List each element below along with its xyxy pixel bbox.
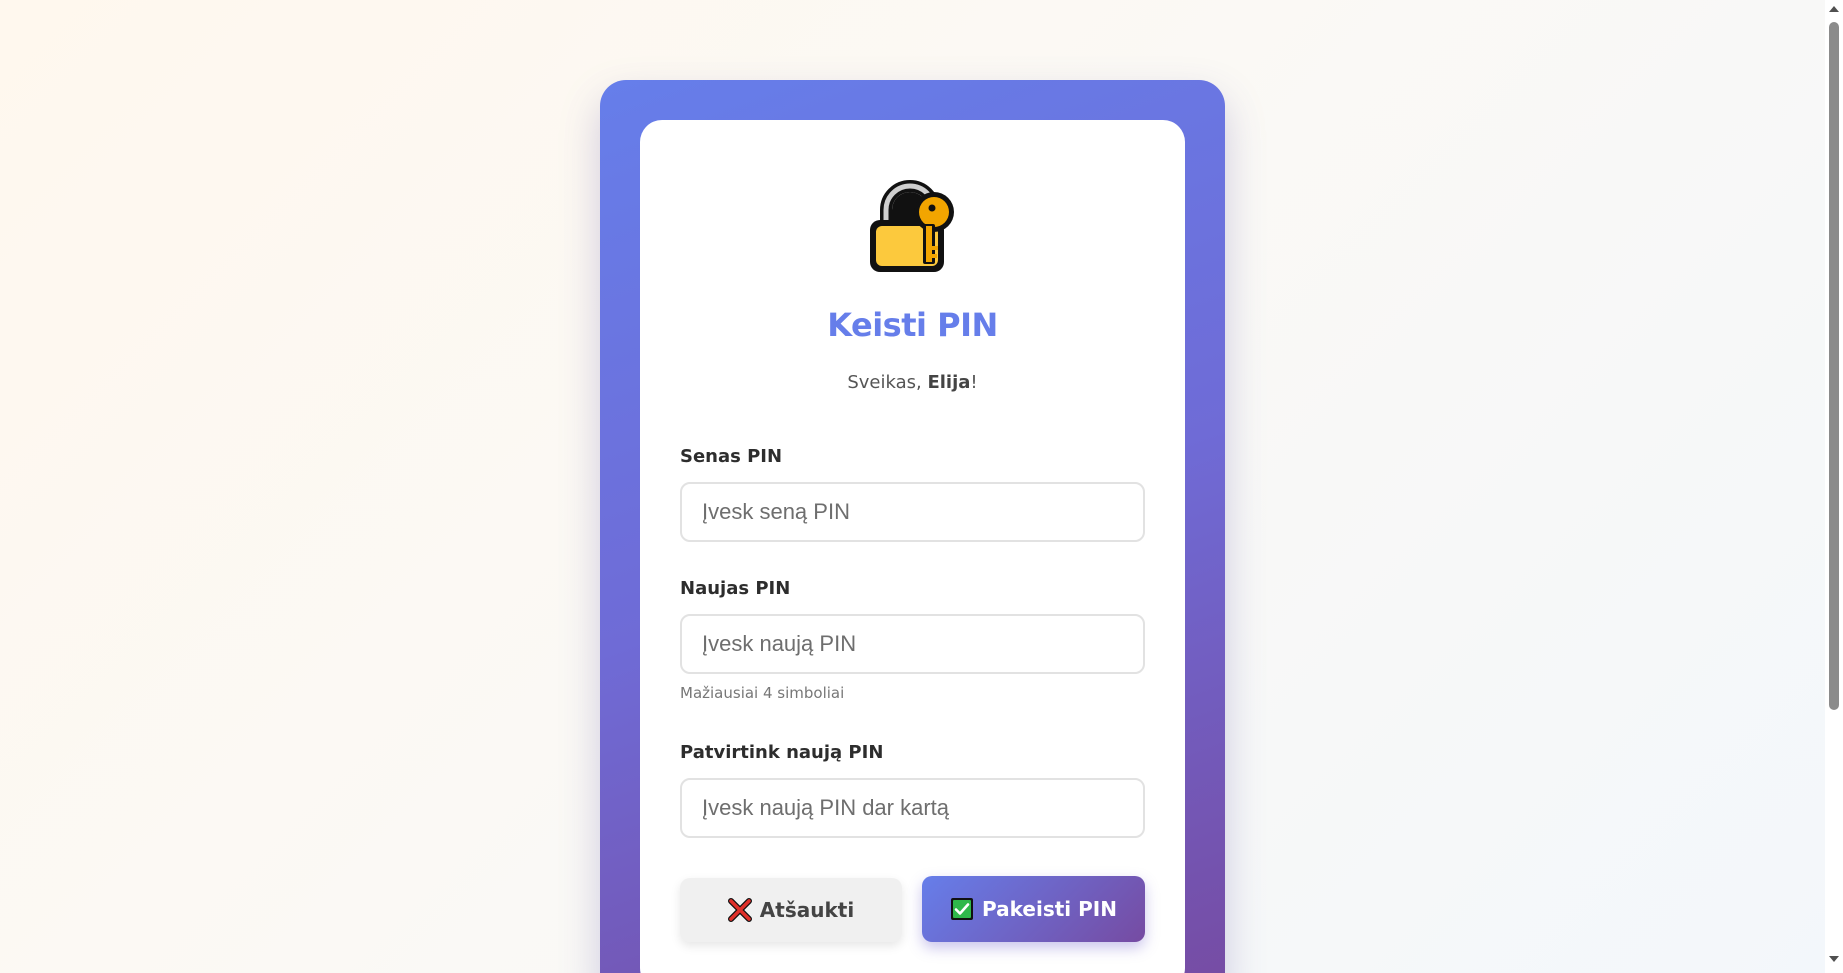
- check-mark-icon: [950, 897, 974, 921]
- new-pin-label: Naujas PIN: [680, 578, 791, 599]
- confirm-pin-label: Patvirtink naują PIN: [680, 742, 884, 763]
- scroll-down-arrow-icon[interactable]: [1829, 956, 1839, 962]
- vertical-scrollbar[interactable]: [1825, 0, 1843, 973]
- scrollbar-thumb[interactable]: [1829, 22, 1839, 710]
- greeting-suffix: !: [970, 372, 978, 393]
- page-title: Keisti PIN: [827, 306, 998, 344]
- submit-button-label: Pakeisti PIN: [982, 897, 1117, 921]
- page-viewport: Keisti PIN Sveikas, Elija! Senas PIN Nau…: [0, 0, 1825, 973]
- greeting-prefix: Sveikas,: [847, 372, 928, 393]
- cross-mark-icon: [727, 898, 752, 922]
- lock-with-key-icon: [862, 176, 962, 276]
- greeting-text: Sveikas, Elija!: [640, 372, 1185, 393]
- old-pin-label: Senas PIN: [680, 446, 783, 467]
- old-pin-input[interactable]: [680, 482, 1145, 542]
- cancel-button[interactable]: Atšaukti: [680, 878, 902, 942]
- change-pin-submit-button[interactable]: Pakeisti PIN: [922, 876, 1145, 942]
- new-pin-input[interactable]: [680, 614, 1145, 674]
- confirm-pin-input[interactable]: [680, 778, 1145, 838]
- scroll-up-arrow-icon[interactable]: [1829, 6, 1839, 12]
- user-name: Elija: [927, 372, 971, 393]
- cancel-button-label: Atšaukti: [759, 898, 855, 922]
- new-pin-hint: Mažiausiai 4 simboliai: [680, 684, 845, 702]
